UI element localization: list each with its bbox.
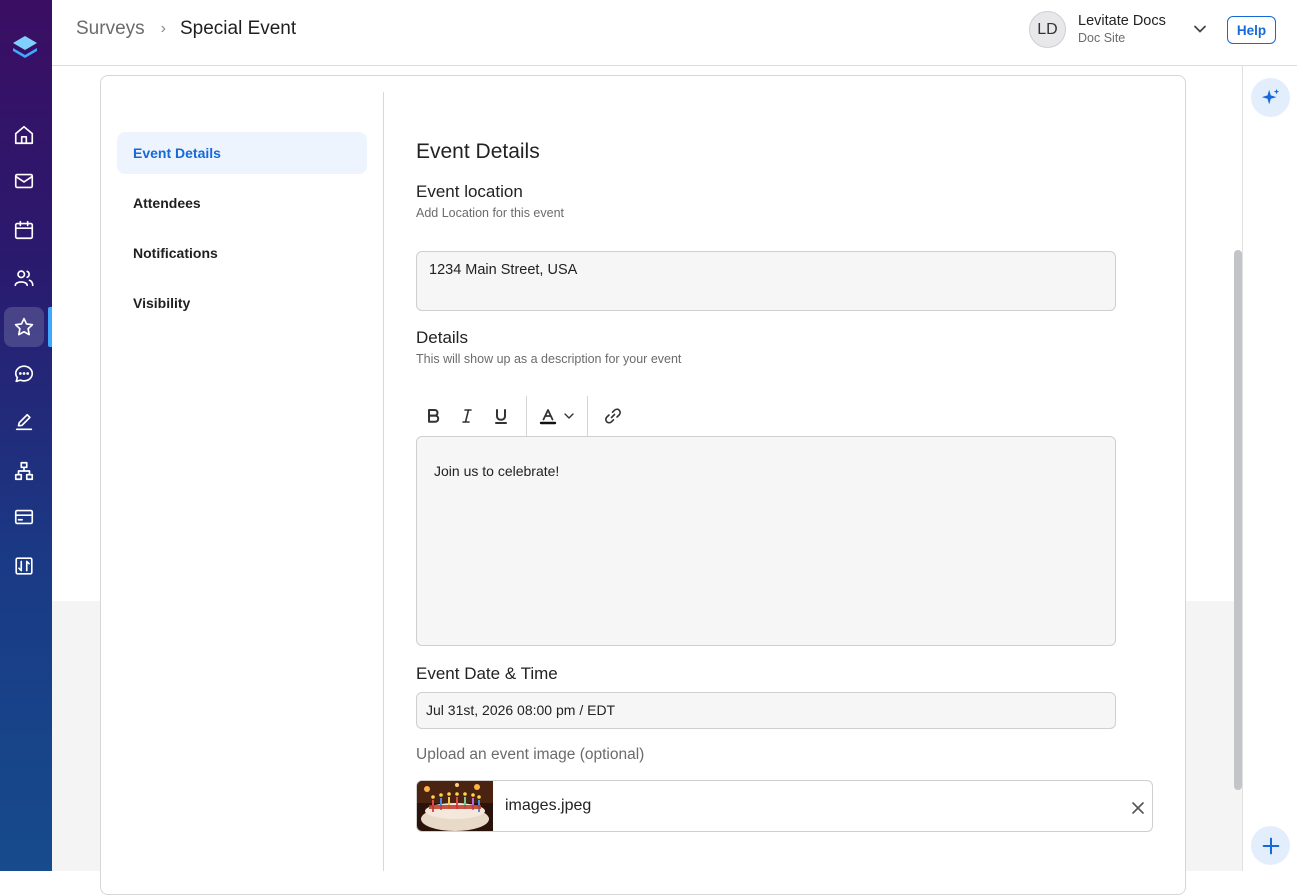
- breadcrumb-surveys-link[interactable]: Surveys: [76, 18, 145, 40]
- edit-icon: [15, 413, 33, 431]
- account-switcher[interactable]: Levitate Docs Doc Site: [1078, 13, 1166, 45]
- chat-icon: [14, 365, 34, 383]
- section-title: Event Details: [416, 140, 540, 163]
- details-label: Details: [416, 328, 468, 347]
- avatar[interactable]: LD: [1029, 11, 1066, 48]
- account-name: Levitate Docs: [1078, 13, 1166, 29]
- people-icon: [14, 270, 34, 287]
- birthday-cake-image: [417, 781, 493, 831]
- link-icon: [605, 408, 621, 424]
- card-divider: [383, 92, 384, 871]
- app-logo-icon[interactable]: [10, 32, 40, 62]
- nav-home-button[interactable]: [4, 115, 44, 155]
- org-chart-icon: [14, 461, 34, 481]
- details-editor[interactable]: Join us to celebrate!: [416, 436, 1116, 646]
- event-settings-nav: Event Details Attendees Notifications Vi…: [117, 132, 367, 332]
- toolbar-divider: [526, 396, 527, 436]
- plus-icon: [1262, 837, 1279, 854]
- left-rail: [0, 0, 52, 871]
- bold-icon: [428, 409, 440, 423]
- toolbar-divider: [587, 396, 588, 436]
- subnav-item-notifications[interactable]: Notifications: [117, 232, 367, 274]
- account-subtitle: Doc Site: [1078, 31, 1126, 45]
- close-icon[interactable]: [1130, 800, 1146, 816]
- breadcrumb: Surveys › Special Event: [76, 18, 296, 40]
- page-title: Special Event: [179, 18, 297, 39]
- italic-button[interactable]: [450, 396, 484, 436]
- uploaded-image-item: images.jpeg: [416, 780, 1153, 832]
- right-rail: [1242, 66, 1297, 871]
- nav-sync-button[interactable]: [4, 546, 44, 586]
- italic-icon: [462, 409, 472, 423]
- nav-org-button[interactable]: [4, 451, 44, 491]
- details-help: This will show up as a description for y…: [416, 352, 682, 366]
- text-color-icon: [539, 409, 557, 425]
- add-button[interactable]: [1251, 826, 1290, 865]
- datetime-input[interactable]: Jul 31st, 2026 08:00 pm / EDT: [416, 692, 1116, 729]
- location-input[interactable]: 1234 Main Street, USA: [416, 251, 1116, 311]
- nav-edit-button[interactable]: [4, 402, 44, 442]
- underline-button[interactable]: [484, 396, 518, 436]
- chevron-down-icon[interactable]: [1192, 21, 1208, 37]
- location-label: Event location: [416, 182, 523, 201]
- rich-text-toolbar: [416, 396, 630, 436]
- breadcrumb-separator-icon: ›: [160, 20, 166, 37]
- datetime-label: Event Date & Time: [416, 664, 558, 683]
- star-icon: [14, 317, 34, 336]
- top-header: Surveys › Special Event LD Levitate Docs…: [52, 0, 1297, 66]
- link-button[interactable]: [596, 396, 630, 436]
- location-help: Add Location for this event: [416, 206, 565, 220]
- underline-icon: [495, 409, 507, 424]
- home-icon: [14, 125, 34, 145]
- subnav-item-attendees[interactable]: Attendees: [117, 182, 367, 224]
- ai-assistant-button[interactable]: [1251, 78, 1290, 117]
- nav-people-button[interactable]: [4, 258, 44, 298]
- card-icon: [14, 509, 34, 525]
- bold-button[interactable]: [416, 396, 450, 436]
- nav-chat-button[interactable]: [4, 354, 44, 394]
- sync-icon: [15, 557, 33, 575]
- subnav-item-event-details[interactable]: Event Details: [117, 132, 367, 174]
- subnav-item-visibility[interactable]: Visibility: [117, 282, 367, 324]
- nav-calendar-button[interactable]: [4, 210, 44, 250]
- mail-icon: [14, 173, 34, 189]
- sparkle-icon: [1261, 88, 1279, 104]
- upload-label: Upload an event image (optional): [416, 746, 645, 763]
- nav-mail-button[interactable]: [4, 161, 44, 201]
- active-nav-indicator: [48, 307, 52, 347]
- uploaded-file-name: images.jpeg: [505, 797, 592, 814]
- vertical-scrollbar[interactable]: [1234, 250, 1242, 790]
- calendar-icon: [14, 220, 34, 240]
- chevron-down-icon: [564, 413, 574, 419]
- nav-billing-button[interactable]: [4, 497, 44, 537]
- nav-surveys-button[interactable]: [4, 307, 44, 347]
- help-button[interactable]: Help: [1227, 16, 1276, 44]
- text-color-button[interactable]: [535, 396, 579, 436]
